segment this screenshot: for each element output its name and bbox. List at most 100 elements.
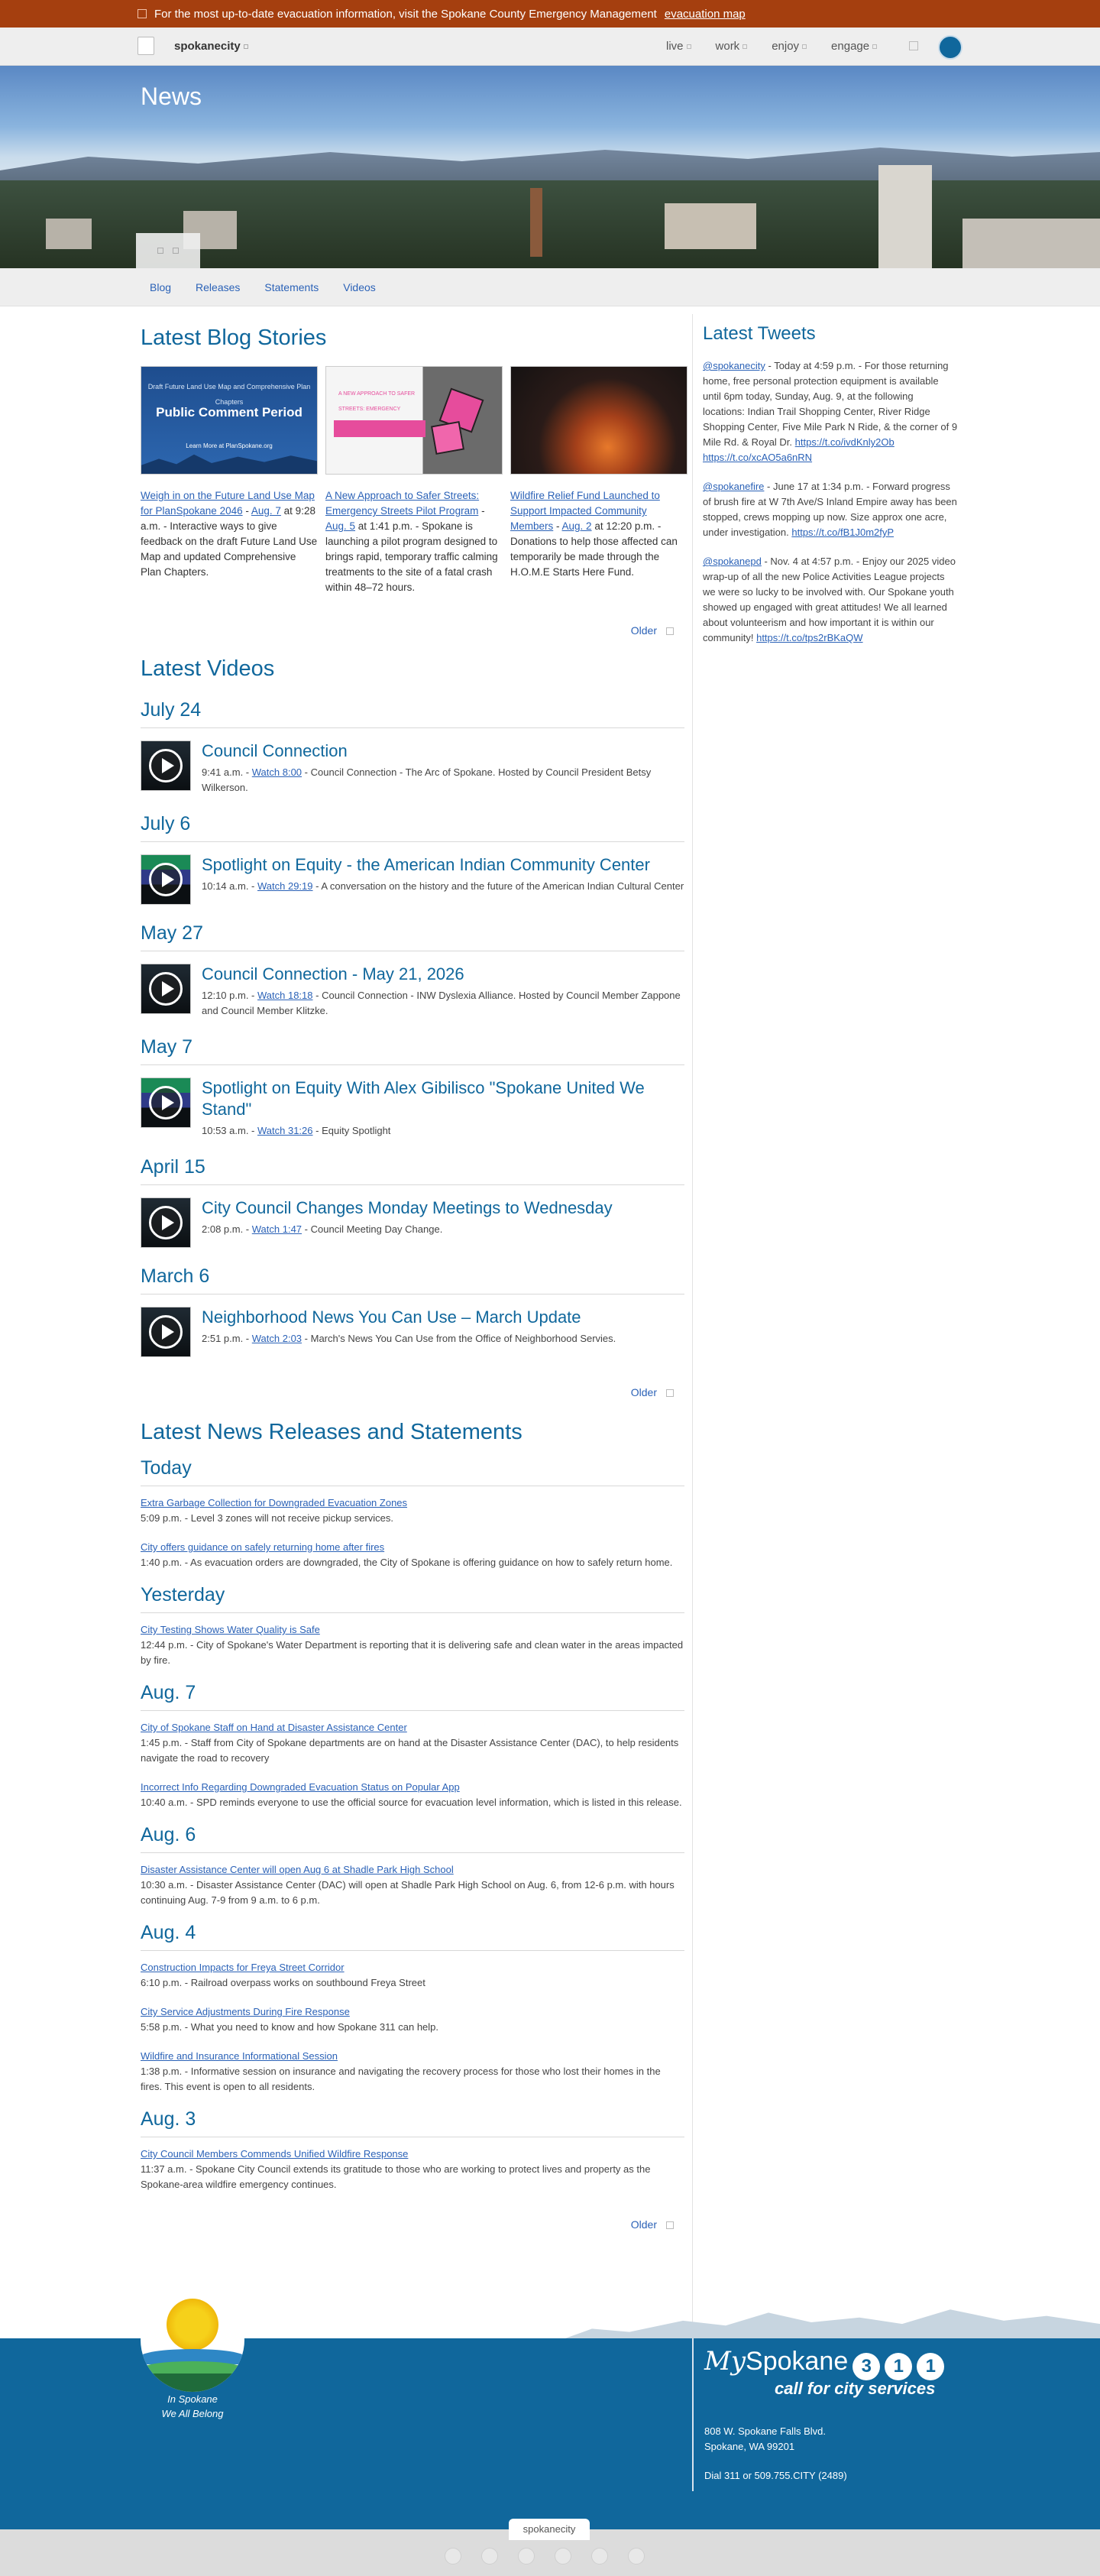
- news-title[interactable]: City offers guidance on safely returning…: [141, 1540, 684, 1555]
- tweet-link[interactable]: https://t.co/ivdKnly2Ob: [795, 436, 895, 448]
- chevron-right-icon[interactable]: [666, 1389, 674, 1398]
- sun-icon: [167, 2299, 218, 2351]
- news-title[interactable]: City of Spokane Staff on Hand at Disaste…: [141, 1720, 684, 1735]
- video-title[interactable]: Council Connection - May 21, 2026: [202, 964, 684, 985]
- linkedin-icon[interactable]: [591, 2548, 608, 2565]
- news-title[interactable]: Construction Impacts for Freya Street Co…: [141, 1960, 684, 1975]
- blog-image[interactable]: A NEW APPROACH TO SAFER STREETS: EMERGEN…: [325, 366, 503, 475]
- news-title[interactable]: City Testing Shows Water Quality is Safe: [141, 1622, 684, 1638]
- blog-card: Draft Future Land Use Map and Comprehens…: [141, 366, 318, 595]
- tweet-list: @spokanecity - Today at 4:59 p.m. - For …: [703, 358, 958, 646]
- video-info: City Council Changes Monday Meetings to …: [202, 1197, 613, 1248]
- tweet-link[interactable]: https://t.co/tps2rBKaQW: [756, 632, 862, 643]
- tweet-link[interactable]: https://t.co/xcAO5a6nRN: [703, 452, 812, 463]
- video-thumbnail[interactable]: [141, 1197, 191, 1248]
- nav-enjoy[interactable]: enjoy: [772, 40, 807, 53]
- watch-link[interactable]: Watch 8:00: [252, 766, 302, 778]
- watch-link[interactable]: Watch 31:26: [257, 1125, 313, 1136]
- logo-tagline: call for city services: [775, 2378, 936, 2398]
- older-link[interactable]: Older: [631, 2218, 657, 2231]
- video-date-heading: May 7: [141, 1036, 684, 1065]
- blog-date[interactable]: Aug. 7: [251, 505, 281, 517]
- video-title[interactable]: City Council Changes Monday Meetings to …: [202, 1197, 613, 1219]
- search-icon[interactable]: [909, 41, 918, 50]
- watch-link[interactable]: Watch 18:18: [257, 990, 313, 1001]
- news-item: City Council Members Commends Unified Wi…: [141, 2147, 684, 2192]
- facebook-icon[interactable]: [445, 2548, 461, 2565]
- video-thumbnail[interactable]: [141, 1077, 191, 1128]
- play-icon: [149, 1086, 183, 1120]
- video-info: Council Connection 9:41 a.m. - Watch 8:00…: [202, 740, 684, 795]
- logo-digit: 1: [885, 2352, 913, 2380]
- tweet-handle[interactable]: @spokanepd: [703, 556, 762, 567]
- section-nav: Blog Releases Statements Videos: [0, 268, 1100, 306]
- hero-building: [46, 219, 92, 249]
- blog-title[interactable]: A New Approach to Safer Streets: Emergen…: [325, 490, 479, 517]
- chevron-right-icon[interactable]: [666, 2221, 674, 2230]
- watch-link[interactable]: Watch 2:03: [252, 1333, 302, 1344]
- news-title[interactable]: City Council Members Commends Unified Wi…: [141, 2147, 684, 2162]
- video-meta: 10:14 a.m. - Watch 29:19 - A conversatio…: [202, 879, 684, 894]
- tab-statements[interactable]: Statements: [264, 281, 319, 293]
- tab-releases[interactable]: Releases: [196, 281, 240, 293]
- play-icon: [149, 1206, 183, 1239]
- video-title[interactable]: Council Connection: [202, 740, 684, 762]
- news-item: City Testing Shows Water Quality is Safe…: [141, 1622, 684, 1668]
- watch-link[interactable]: Watch 29:19: [257, 880, 313, 892]
- video-title[interactable]: Neighborhood News You Can Use – March Up…: [202, 1307, 616, 1328]
- video-date-heading: March 6: [141, 1265, 684, 1294]
- nav-live[interactable]: live: [666, 40, 691, 53]
- news-date-heading: Today: [141, 1457, 684, 1486]
- address-line: Spokane, WA 99201: [704, 2441, 795, 2452]
- blog-image[interactable]: Draft Future Land Use Map and Comprehens…: [141, 366, 318, 475]
- city-logo[interactable]: [141, 2288, 244, 2392]
- tab-videos[interactable]: Videos: [343, 281, 376, 293]
- news-title[interactable]: Wildfire and Insurance Informational Ses…: [141, 2049, 684, 2064]
- blog-date[interactable]: Aug. 2: [562, 520, 592, 532]
- email-icon[interactable]: [628, 2548, 645, 2565]
- chevron-right-icon[interactable]: [666, 627, 674, 636]
- menu-icon[interactable]: [138, 37, 154, 55]
- main-column: Latest Blog Stories Draft Future Land Us…: [141, 306, 688, 2231]
- news-title[interactable]: City Service Adjustments During Fire Res…: [141, 2004, 684, 2020]
- image-caption: Learn More at PlanSpokane.org: [186, 442, 273, 449]
- watch-link[interactable]: Watch 1:47: [252, 1223, 302, 1235]
- tweet-handle[interactable]: @spokanefire: [703, 481, 764, 492]
- news-title[interactable]: Extra Garbage Collection for Downgraded …: [141, 1495, 684, 1511]
- tweet-link[interactable]: https://t.co/fB1J0m2fyP: [791, 527, 894, 538]
- video-title[interactable]: Spotlight on Equity With Alex Gibilisco …: [202, 1077, 684, 1120]
- phone-line: Dial 311 or 509.755.CITY (2489): [704, 2470, 847, 2481]
- site-brand[interactable]: spokanecity: [174, 40, 248, 53]
- video-thumbnail[interactable]: [141, 1307, 191, 1357]
- instagram-icon[interactable]: [555, 2548, 571, 2565]
- video-date-heading: April 15: [141, 1156, 684, 1185]
- page-title: News: [141, 83, 202, 110]
- nav-engage[interactable]: engage: [831, 40, 878, 53]
- news-title[interactable]: Disaster Assistance Center will open Aug…: [141, 1862, 684, 1878]
- blog-image[interactable]: [510, 366, 688, 475]
- video-thumbnail[interactable]: [141, 964, 191, 1014]
- blog-date[interactable]: Aug. 5: [325, 520, 355, 532]
- hero-tab[interactable]: [136, 233, 200, 268]
- tagline-line: In Spokane: [167, 2393, 218, 2405]
- video-thumbnail[interactable]: [141, 740, 191, 791]
- bottom-tab[interactable]: spokanecity: [509, 2519, 590, 2540]
- blog-desc: - Interactive ways to give feedback on t…: [141, 520, 318, 578]
- older-link[interactable]: Older: [631, 1386, 657, 1398]
- blog-time: at 12:20 p.m.: [594, 520, 655, 532]
- older-link[interactable]: Older: [631, 624, 657, 637]
- account-icon[interactable]: [938, 35, 962, 60]
- myspokane-311-logo[interactable]: MySpokane 3 1 1 call for city services: [704, 2346, 945, 2399]
- image-bar: [334, 420, 425, 437]
- video-title[interactable]: Spotlight on Equity - the American India…: [202, 854, 684, 876]
- image-caption: Public Comment Period: [156, 405, 302, 420]
- nav-work[interactable]: work: [716, 40, 748, 53]
- evacuation-map-link[interactable]: evacuation map: [665, 8, 746, 21]
- tab-blog[interactable]: Blog: [150, 281, 171, 293]
- news-title[interactable]: Incorrect Info Regarding Downgraded Evac…: [141, 1780, 684, 1795]
- twitter-icon[interactable]: [481, 2548, 498, 2565]
- video-thumbnail[interactable]: [141, 854, 191, 905]
- youtube-icon[interactable]: [518, 2548, 535, 2565]
- hero-tabs: [136, 233, 200, 268]
- tweet-handle[interactable]: @spokanecity: [703, 360, 765, 371]
